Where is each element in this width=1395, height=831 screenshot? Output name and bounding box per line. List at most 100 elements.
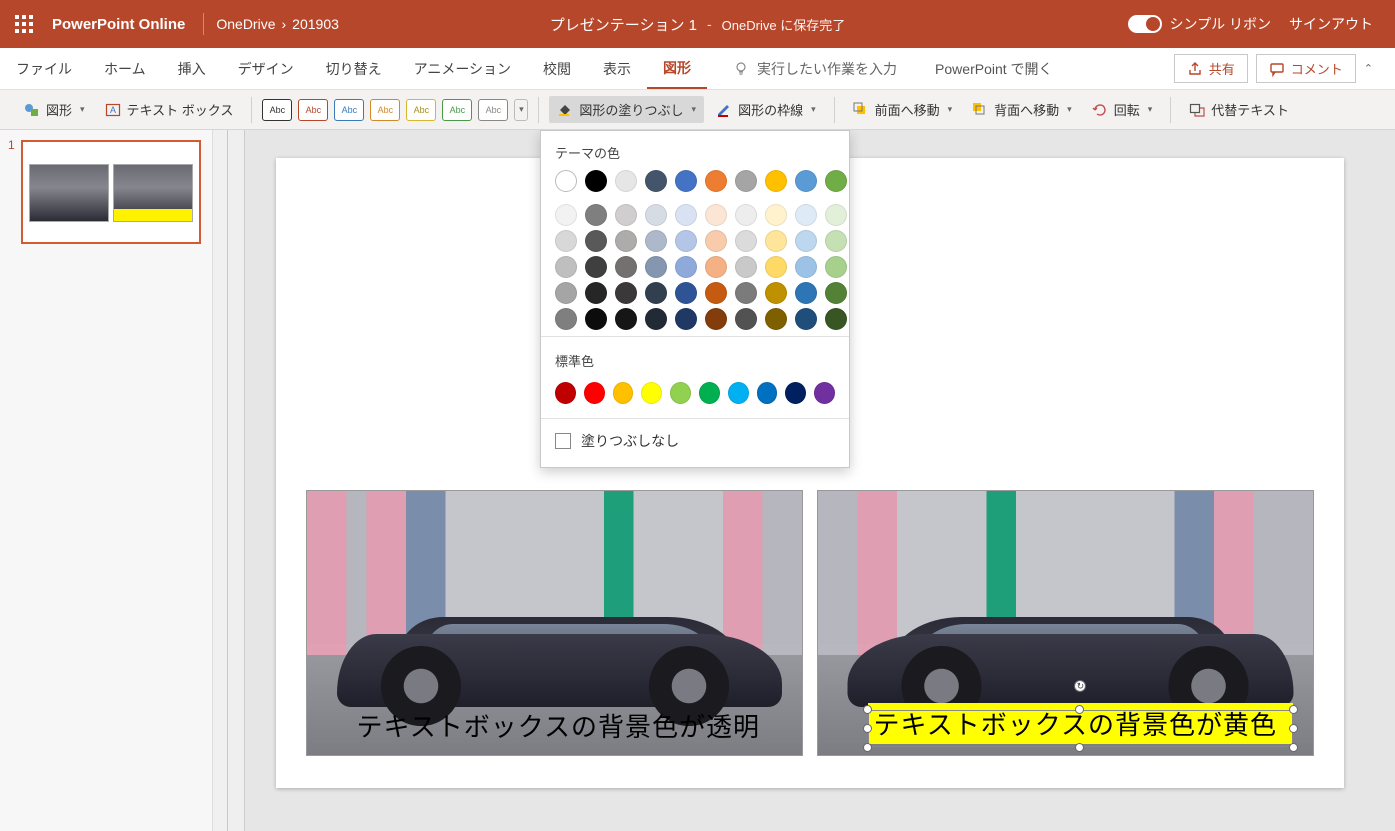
color-swatch[interactable] <box>615 308 637 330</box>
tab-review[interactable]: 校閲 <box>527 48 587 89</box>
color-swatch[interactable] <box>705 308 727 330</box>
shape-style-4[interactable]: Abc <box>370 99 400 121</box>
text-box-button[interactable]: A テキスト ボックス <box>97 96 242 123</box>
shape-fill-button[interactable]: 図形の塗りつぶし ▾ <box>549 96 704 123</box>
color-swatch[interactable] <box>765 256 787 278</box>
shape-style-6[interactable]: Abc <box>442 99 472 121</box>
color-swatch[interactable] <box>699 382 720 404</box>
simple-ribbon-toggle[interactable]: シンプル リボン <box>1128 14 1271 34</box>
tab-transitions[interactable]: 切り替え <box>310 48 398 89</box>
breadcrumb-folder[interactable]: 201903 <box>292 16 339 32</box>
shape-style-3[interactable]: Abc <box>334 99 364 121</box>
color-swatch[interactable] <box>757 382 778 404</box>
color-swatch[interactable] <box>675 170 697 192</box>
shape-styles-more-button[interactable]: ▾ <box>514 99 528 121</box>
color-swatch[interactable] <box>728 382 749 404</box>
color-swatch[interactable] <box>765 204 787 226</box>
color-swatch[interactable] <box>645 230 667 252</box>
caption-yellow-selected[interactable]: テキストボックスの背景色が黄色 <box>868 703 1294 744</box>
tab-view[interactable]: 表示 <box>587 48 647 89</box>
color-swatch[interactable] <box>825 308 847 330</box>
color-swatch[interactable] <box>705 170 727 192</box>
color-swatch[interactable] <box>814 382 835 404</box>
collapse-ribbon-button[interactable]: ⌃ <box>1364 62 1373 75</box>
share-button[interactable]: 共有 <box>1174 54 1248 83</box>
color-swatch[interactable] <box>765 308 787 330</box>
color-swatch[interactable] <box>645 170 667 192</box>
color-swatch[interactable] <box>705 230 727 252</box>
slide-image-left[interactable]: テキストボックスの背景色が透明 <box>306 490 803 756</box>
color-swatch[interactable] <box>615 256 637 278</box>
slide-thumbnail-1[interactable] <box>21 140 201 244</box>
tab-home[interactable]: ホーム <box>88 48 162 89</box>
color-swatch[interactable] <box>555 256 577 278</box>
alt-text-button[interactable]: 代替テキスト <box>1181 96 1297 123</box>
app-name[interactable]: PowerPoint Online <box>48 16 203 33</box>
color-swatch[interactable] <box>825 230 847 252</box>
color-swatch[interactable] <box>785 382 806 404</box>
color-swatch[interactable] <box>795 308 817 330</box>
color-swatch[interactable] <box>735 282 757 304</box>
color-swatch[interactable] <box>825 282 847 304</box>
color-swatch[interactable] <box>705 204 727 226</box>
no-fill-option[interactable]: 塗りつぶしなし <box>541 421 849 461</box>
color-swatch[interactable] <box>555 170 577 192</box>
color-swatch[interactable] <box>795 230 817 252</box>
open-in-desktop[interactable]: PowerPoint で開く <box>935 48 1052 89</box>
color-swatch[interactable] <box>795 282 817 304</box>
color-swatch[interactable] <box>735 204 757 226</box>
color-swatch[interactable] <box>825 256 847 278</box>
color-swatch[interactable] <box>795 256 817 278</box>
color-swatch[interactable] <box>641 382 662 404</box>
shape-outline-button[interactable]: 図形の枠線 ▾ <box>708 96 824 123</box>
color-swatch[interactable] <box>825 170 847 192</box>
color-swatch[interactable] <box>555 230 577 252</box>
color-swatch[interactable] <box>645 256 667 278</box>
shape-style-7[interactable]: Abc <box>478 99 508 121</box>
color-swatch[interactable] <box>675 308 697 330</box>
tab-design[interactable]: デザイン <box>222 48 310 89</box>
color-swatch[interactable] <box>675 204 697 226</box>
color-swatch[interactable] <box>584 382 605 404</box>
color-swatch[interactable] <box>675 282 697 304</box>
color-swatch[interactable] <box>825 204 847 226</box>
color-swatch[interactable] <box>765 282 787 304</box>
color-swatch[interactable] <box>615 282 637 304</box>
color-swatch[interactable] <box>585 282 607 304</box>
color-swatch[interactable] <box>735 170 757 192</box>
color-swatch[interactable] <box>585 230 607 252</box>
shape-style-2[interactable]: Abc <box>298 99 328 121</box>
color-swatch[interactable] <box>555 204 577 226</box>
send-backward-button[interactable]: 背面へ移動 ▾ <box>964 96 1080 123</box>
color-swatch[interactable] <box>615 204 637 226</box>
tab-file[interactable]: ファイル <box>0 48 88 89</box>
document-title[interactable]: プレゼンテーション 1 <box>550 14 697 35</box>
tell-me-search[interactable]: 実行したい作業を入力 <box>733 48 897 89</box>
color-swatch[interactable] <box>615 230 637 252</box>
color-swatch[interactable] <box>675 230 697 252</box>
color-swatch[interactable] <box>645 308 667 330</box>
color-swatch[interactable] <box>735 308 757 330</box>
tab-shape-format[interactable]: 図形 <box>647 48 707 89</box>
color-swatch[interactable] <box>585 170 607 192</box>
shape-style-1[interactable]: Abc <box>262 99 292 121</box>
sign-out-link[interactable]: サインアウト <box>1289 14 1373 34</box>
color-swatch[interactable] <box>735 230 757 252</box>
color-swatch[interactable] <box>645 204 667 226</box>
color-swatch[interactable] <box>555 308 577 330</box>
rotate-button[interactable]: 回転 ▾ <box>1084 96 1161 123</box>
slide-image-right[interactable]: テキストボックスの背景色が黄色 <box>817 490 1314 756</box>
tab-insert[interactable]: 挿入 <box>162 48 222 89</box>
color-swatch[interactable] <box>735 256 757 278</box>
bring-forward-button[interactable]: 前面へ移動 ▾ <box>845 96 961 123</box>
tab-animations[interactable]: アニメーション <box>398 48 527 89</box>
color-swatch[interactable] <box>613 382 634 404</box>
caption-transparent[interactable]: テキストボックスの背景色が透明 <box>357 707 783 744</box>
color-swatch[interactable] <box>585 204 607 226</box>
color-swatch[interactable] <box>795 204 817 226</box>
color-swatch[interactable] <box>705 256 727 278</box>
breadcrumb-root[interactable]: OneDrive <box>216 16 275 32</box>
color-swatch[interactable] <box>555 282 577 304</box>
color-swatch[interactable] <box>705 282 727 304</box>
shapes-gallery-button[interactable]: 図形 ▾ <box>16 96 93 123</box>
